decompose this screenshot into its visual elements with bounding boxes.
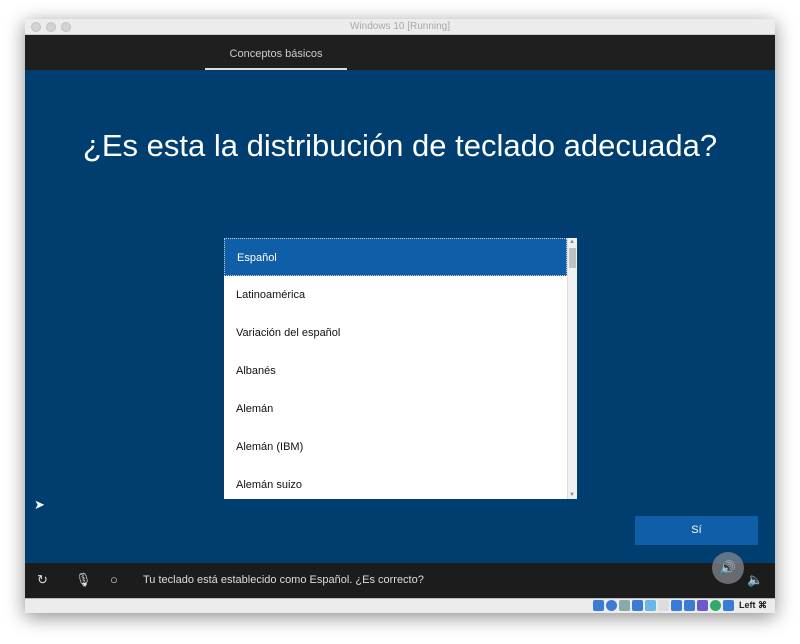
- status-message: Tu teclado está establecido como Español…: [143, 574, 424, 586]
- list-item[interactable]: Albanés: [224, 352, 567, 390]
- display-icon[interactable]: [671, 600, 682, 611]
- shared-folder-icon[interactable]: [658, 600, 669, 611]
- window-title: Windows 10 [Running]: [349, 21, 451, 32]
- scrollbar[interactable]: ▲ ▼: [567, 238, 577, 499]
- volume-icon[interactable]: 🔈: [747, 572, 763, 588]
- audio-icon[interactable]: [619, 600, 630, 611]
- accessibility-icon[interactable]: ↻: [37, 572, 48, 588]
- keyboard-layout-list[interactable]: Español Latinoamérica Variación del espa…: [224, 238, 577, 499]
- vm-status-bar: Left ⌘: [25, 598, 775, 613]
- scroll-up-icon[interactable]: ▲: [569, 239, 575, 245]
- vm-window: Windows 10 [Running] Conceptos básicos ¿…: [25, 19, 775, 613]
- oobe-header: Conceptos básicos: [25, 35, 775, 70]
- list-item[interactable]: Variación del español: [224, 314, 567, 352]
- network-icon[interactable]: [632, 600, 643, 611]
- list-item[interactable]: Alemán: [224, 390, 567, 428]
- optical-drive-icon[interactable]: [606, 600, 617, 611]
- hard-disk-icon[interactable]: [593, 600, 604, 611]
- tab-conceptos-basicos[interactable]: Conceptos básicos: [205, 35, 347, 70]
- list-item[interactable]: Latinoamérica: [224, 276, 567, 314]
- yes-button[interactable]: Sí: [635, 516, 758, 545]
- list-item[interactable]: Alemán suizo: [224, 466, 567, 499]
- list-item[interactable]: Español: [224, 238, 567, 276]
- keyboard-capture-icon[interactable]: [723, 600, 734, 611]
- recording-icon[interactable]: [684, 600, 695, 611]
- cortana-circle-icon[interactable]: ○: [110, 572, 118, 587]
- list-item[interactable]: Alemán (IBM): [224, 428, 567, 466]
- page-title: ¿Es esta la distribución de teclado adec…: [82, 128, 718, 163]
- microphone-icon[interactable]: 🎙: [75, 572, 92, 588]
- usb-icon[interactable]: [645, 600, 656, 611]
- scrollbar-thumb[interactable]: [569, 248, 576, 268]
- host-key-label: Left ⌘: [739, 600, 767, 610]
- title-bar: Windows 10 [Running]: [25, 19, 775, 35]
- main-area: ¿Es esta la distribución de teclado adec…: [25, 70, 775, 563]
- watermark-logo-icon: 🔊: [712, 552, 744, 584]
- mouse-integration-icon[interactable]: [710, 600, 721, 611]
- cpu-icon[interactable]: [697, 600, 708, 611]
- mouse-cursor-icon: ➤: [34, 497, 45, 512]
- scroll-down-icon[interactable]: ▼: [569, 492, 575, 498]
- bottom-bar: ↻ 🎙 ○ Tu teclado está establecido como E…: [25, 563, 775, 598]
